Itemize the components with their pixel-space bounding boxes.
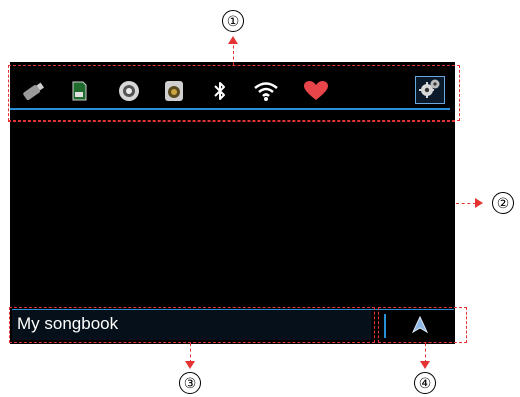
annotation-box-4 (378, 307, 467, 343)
callout-2: ② (492, 192, 514, 214)
annotation-leader-4 (425, 343, 426, 363)
annotation-leader-3 (190, 343, 191, 363)
annotation-divider (8, 121, 455, 122)
callout-1: ① (222, 10, 244, 32)
annotation-arrow-1 (228, 36, 238, 44)
annotation-box-1 (8, 65, 460, 121)
callout-4: ④ (414, 372, 436, 394)
annotation-box-3 (9, 307, 375, 343)
annotation-leader-2 (456, 203, 476, 204)
annotation-arrow-2 (475, 198, 483, 208)
annotation-arrow-4 (420, 361, 430, 369)
annotation-arrow-3 (185, 361, 195, 369)
callout-3: ③ (179, 372, 201, 394)
